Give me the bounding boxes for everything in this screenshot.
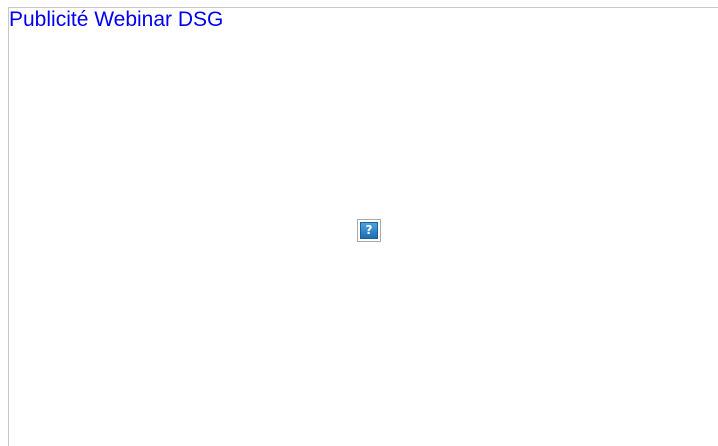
broken-image-icon[interactable]: ? (357, 219, 381, 242)
question-mark-icon: ? (360, 222, 378, 239)
ad-webinar-link[interactable]: Publicité Webinar DSG (9, 6, 223, 34)
ad-frame: Publicité Webinar DSG ? (0, 0, 718, 446)
frame-border-left (8, 7, 9, 446)
